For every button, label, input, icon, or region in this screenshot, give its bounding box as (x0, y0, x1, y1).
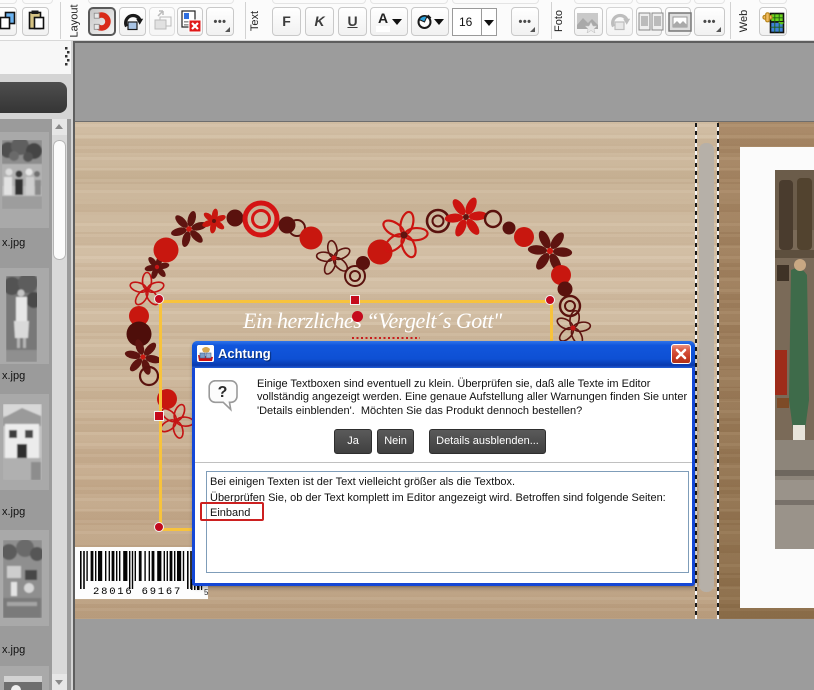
svg-text:?: ? (218, 384, 228, 401)
